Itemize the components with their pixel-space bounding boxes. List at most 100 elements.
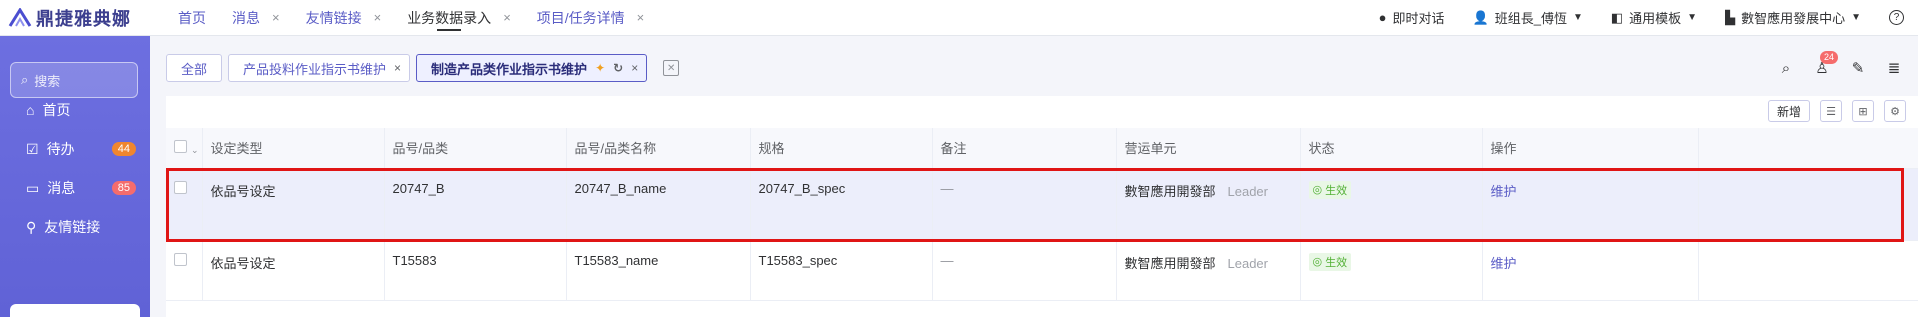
status-badge: ◎ 生效 bbox=[1308, 180, 1352, 199]
notification-badge: 24 bbox=[1820, 51, 1839, 64]
help-icon: ? bbox=[1889, 10, 1904, 25]
close-icon[interactable]: × bbox=[394, 61, 401, 75]
pin-icon[interactable]: ✦ bbox=[595, 61, 605, 75]
app-logo[interactable]: 鼎捷雅典娜 bbox=[0, 5, 150, 31]
link-icon: ⚲ bbox=[26, 218, 37, 235]
close-icon[interactable]: × bbox=[637, 10, 645, 25]
search-icon[interactable]: ⌕ bbox=[1778, 60, 1794, 77]
cell-note: — bbox=[932, 240, 1117, 301]
caret-down-icon: ▼ bbox=[1572, 12, 1583, 23]
table-row[interactable]: 依品号设定 T15583 T15583_name T15583_spec — 數… bbox=[166, 240, 1918, 301]
todo-icon: ☑ bbox=[26, 140, 39, 157]
tab-label: 产品投料作业指示书维护 bbox=[243, 61, 387, 77]
edit-doc-icon[interactable]: ✎ bbox=[1850, 60, 1866, 77]
data-panel: 新增 ☰ ⊞ ⚙ ⌄ 设定类型 品号/品类 品号/品类名称 规格 备注 营运单元… bbox=[166, 96, 1918, 317]
todo-count-badge: 44 bbox=[111, 142, 136, 156]
maintain-link[interactable]: 维护 bbox=[1491, 256, 1517, 271]
tab-label: 全部 bbox=[181, 61, 208, 77]
tab-product-instruction[interactable]: 制造产品类作业指示书维护 ✦ ↻ × bbox=[416, 54, 648, 82]
row-select-cell[interactable] bbox=[166, 240, 203, 301]
column-header[interactable]: 营运单元 bbox=[1116, 128, 1301, 169]
list-doc-icon[interactable]: ≣ bbox=[1886, 60, 1902, 77]
cell-code: T15583 bbox=[384, 240, 567, 301]
close-all-tabs-icon[interactable]: ✕ bbox=[663, 60, 680, 76]
row-checkbox[interactable] bbox=[174, 180, 187, 194]
user-icon: 👤 bbox=[1472, 9, 1489, 25]
maintain-link[interactable]: 维护 bbox=[1491, 184, 1517, 199]
nav-tab-project-details[interactable]: 项目/任务详情 × bbox=[537, 0, 644, 36]
row-select-cell[interactable] bbox=[166, 168, 203, 241]
column-header[interactable]: 品号/品类 bbox=[384, 128, 567, 169]
note-value: — bbox=[940, 180, 954, 196]
org-label: 數智應用發展中心 bbox=[1741, 11, 1846, 26]
tab-material-instruction[interactable]: 产品投料作业指示书维护 × bbox=[228, 54, 411, 82]
select-all-checkbox[interactable] bbox=[174, 139, 187, 153]
caret-down-icon: ▼ bbox=[1851, 12, 1861, 23]
row-checkbox[interactable] bbox=[174, 252, 187, 266]
message-count-badge: 85 bbox=[111, 181, 136, 195]
column-header[interactable]: 设定类型 bbox=[202, 128, 385, 169]
nav-tab-label: 项目/任务详情 bbox=[536, 9, 625, 26]
sidebar-item-label: 待办 bbox=[46, 141, 75, 157]
org-menu[interactable]: ▙ 數智應用發展中心 ▼ bbox=[1725, 8, 1861, 27]
user-menu[interactable]: 👤 班组長_傅恆 ▼ bbox=[1473, 8, 1583, 27]
chat-icon: ● bbox=[1378, 10, 1387, 25]
nav-tab-label: 业务数据录入 bbox=[407, 9, 492, 26]
cell-status: ◎ 生效 bbox=[1300, 168, 1483, 241]
cell-type: 依品号设定 bbox=[202, 240, 385, 301]
sidebar-item-partial[interactable] bbox=[10, 304, 140, 317]
unit-name: 數智應用開發部 bbox=[1124, 183, 1216, 199]
column-settings-icon[interactable]: ☰ bbox=[1820, 100, 1842, 122]
user-name: 班组長_傅恆 bbox=[1494, 11, 1567, 26]
sidebar-item-messages[interactable]: ▭ 消息 85 bbox=[26, 178, 136, 198]
sidebar-item-label: 友情链接 bbox=[44, 219, 101, 235]
close-icon[interactable]: × bbox=[631, 61, 638, 75]
nav-tab-data-entry[interactable]: 业务数据录入 × bbox=[407, 0, 511, 36]
cell-action: 维护 bbox=[1482, 168, 1699, 241]
column-header[interactable]: 规格 bbox=[750, 128, 933, 169]
cell-unit: 數智應用開發部 Leader bbox=[1116, 168, 1301, 241]
column-header[interactable]: 操作 bbox=[1482, 128, 1699, 169]
nav-tab-messages[interactable]: 消息 × bbox=[232, 0, 280, 36]
close-icon[interactable]: × bbox=[272, 10, 280, 25]
building-icon: ▙ bbox=[1725, 9, 1736, 25]
nav-tab-label: 首页 bbox=[178, 9, 206, 26]
cell-spacer bbox=[1698, 240, 1918, 301]
nav-tab-home[interactable]: 首页 bbox=[178, 0, 206, 36]
chat-button[interactable]: ● 即时对话 bbox=[1379, 8, 1445, 27]
unit-name: 數智應用開發部 bbox=[1124, 255, 1216, 271]
search-input[interactable]: ⌕ 搜索 bbox=[10, 62, 138, 98]
help-button[interactable]: ? bbox=[1889, 10, 1904, 25]
notification-icon[interactable]: ♙ 24 bbox=[1814, 51, 1839, 77]
close-icon[interactable]: × bbox=[503, 10, 511, 25]
select-all-cell[interactable]: ⌄ bbox=[166, 128, 203, 169]
logo-icon bbox=[8, 7, 32, 27]
table-row[interactable]: 依品号设定 20747_B 20747_B_name 20747_B_spec … bbox=[166, 168, 1918, 241]
column-header-spacer bbox=[1698, 128, 1918, 169]
nav-tab-label: 友情链接 bbox=[305, 9, 362, 26]
sidebar-item-todo[interactable]: ☑ 待办 44 bbox=[26, 139, 136, 159]
tab-all[interactable]: 全部 bbox=[166, 54, 223, 82]
add-button[interactable]: 新增 bbox=[1767, 100, 1810, 122]
sidebar-item-links[interactable]: ⚲ 友情链接 bbox=[26, 217, 136, 237]
status-label: 生效 bbox=[1325, 256, 1348, 269]
message-icon: ▭ bbox=[26, 179, 40, 196]
column-header[interactable]: 状态 bbox=[1300, 128, 1483, 169]
template-menu[interactable]: ◧ 通用模板 ▼ bbox=[1611, 8, 1697, 27]
cell-unit: 數智應用開發部 Leader bbox=[1116, 240, 1301, 301]
sidebar-item-label: 消息 bbox=[47, 180, 76, 196]
view-toggle-icon[interactable]: ⊞ bbox=[1852, 100, 1874, 122]
column-header[interactable]: 品号/品类名称 bbox=[566, 128, 751, 169]
home-icon: ⌂ bbox=[26, 102, 35, 118]
tab-label: 制造产品类作业指示书维护 bbox=[431, 61, 588, 77]
chat-label: 即时对话 bbox=[1392, 11, 1445, 26]
cell-type: 依品号设定 bbox=[202, 168, 385, 241]
chevron-down-icon[interactable]: ⌄ bbox=[191, 145, 199, 155]
column-header[interactable]: 备注 bbox=[932, 128, 1117, 169]
close-icon[interactable]: × bbox=[374, 10, 382, 25]
gear-icon[interactable]: ⚙ bbox=[1884, 100, 1906, 122]
sidebar-item-home[interactable]: ⌂ 首页 bbox=[26, 100, 136, 120]
refresh-icon[interactable]: ↻ bbox=[613, 61, 623, 75]
nav-tab-links[interactable]: 友情链接 × bbox=[306, 0, 382, 36]
cell-status: ◎ 生效 bbox=[1300, 240, 1483, 301]
